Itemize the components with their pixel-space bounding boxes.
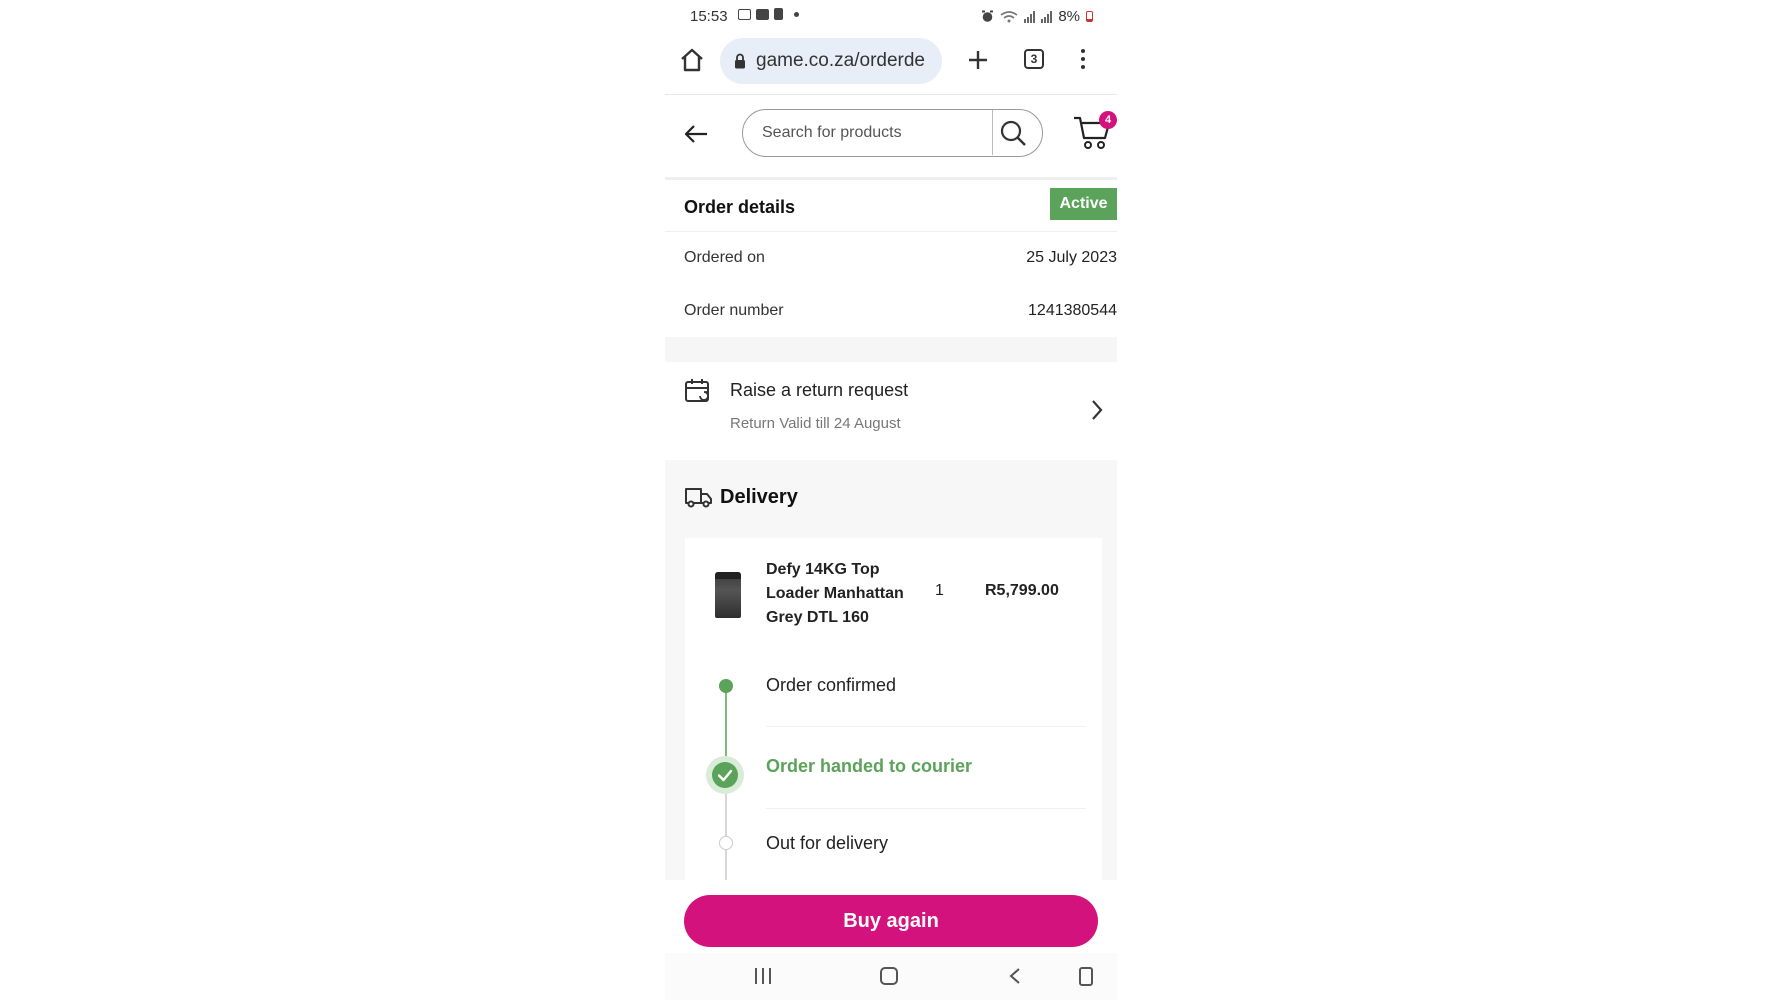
site-header: 4 xyxy=(665,95,1117,177)
timeline-dot-pending xyxy=(719,836,733,850)
section-gap xyxy=(665,337,1117,362)
ordered-on-value: 25 July 2023 xyxy=(1026,249,1117,266)
search-box xyxy=(742,109,1043,157)
nav-home-icon[interactable] xyxy=(880,967,898,985)
delivery-section: Delivery Defy 14KG Top Loader Manhattan … xyxy=(665,460,1117,893)
more-icon[interactable] xyxy=(1076,45,1090,75)
gallery-icon xyxy=(756,8,769,20)
order-number-label: Order number xyxy=(684,302,784,319)
nav-back-icon[interactable] xyxy=(1008,967,1022,985)
timeline-step-current: Order handed to courier xyxy=(766,756,973,776)
return-valid-text: Return Valid till 24 August xyxy=(730,415,901,432)
chevron-right-icon xyxy=(1092,400,1103,420)
order-details-title: Order details xyxy=(684,197,796,217)
back-arrow-icon[interactable] xyxy=(683,121,709,147)
product-name[interactable]: Defy 14KG Top Loader Manhattan Grey DTL … xyxy=(766,558,916,630)
plus-icon[interactable] xyxy=(963,45,993,75)
clipboard-icon xyxy=(774,8,783,20)
status-bar: 15:53 8% xyxy=(665,0,1117,34)
url-text: game.co.za/orderde xyxy=(756,50,925,71)
timeline-dot-done xyxy=(719,679,733,693)
notification-icons xyxy=(738,8,799,20)
search-divider xyxy=(992,110,993,155)
ordered-on-row: Ordered on 25 July 2023 xyxy=(684,249,1117,267)
delivery-card: Defy 14KG Top Loader Manhattan Grey DTL … xyxy=(685,538,1102,893)
divider xyxy=(665,231,1117,232)
ordered-on-label: Ordered on xyxy=(684,249,765,266)
delivery-title: Delivery xyxy=(720,486,798,508)
battery-icon xyxy=(1086,11,1093,22)
divider xyxy=(766,726,1086,727)
signal-icon xyxy=(1041,10,1053,23)
divider xyxy=(766,808,1086,809)
cart-count-badge: 4 xyxy=(1099,111,1117,129)
address-bar[interactable]: game.co.za/orderde xyxy=(720,38,942,84)
truck-icon xyxy=(685,488,712,508)
timeline-line-progress xyxy=(725,684,727,764)
screen-icon xyxy=(738,8,751,20)
phone-screen: 15:53 8% game.co.za/orderde 3 Search for… xyxy=(665,0,1117,1000)
status-time: 15:53 xyxy=(690,8,728,25)
system-icons: 8% xyxy=(981,8,1093,25)
home-icon[interactable] xyxy=(677,45,707,75)
search-input[interactable] xyxy=(743,110,991,155)
check-icon xyxy=(717,769,733,782)
timeline-dot-current xyxy=(706,756,744,794)
product-image[interactable] xyxy=(715,572,741,618)
search-icon[interactable] xyxy=(999,119,1027,147)
timeline-step: Order confirmed xyxy=(766,675,897,695)
browser-toolbar: game.co.za/orderde 3 xyxy=(665,34,1117,94)
alarm-icon xyxy=(982,10,994,22)
buy-again-button[interactable]: Buy again xyxy=(684,895,1098,947)
timeline-step: Out for delivery xyxy=(766,833,889,853)
return-request-title: Raise a return request xyxy=(730,380,909,400)
status-badge: Active xyxy=(1050,188,1117,220)
rotate-icon[interactable] xyxy=(1079,967,1093,986)
product-price: R5,799.00 xyxy=(985,582,1059,599)
return-request-row[interactable]: Raise a return request Return Valid till… xyxy=(665,362,1117,460)
lock-icon xyxy=(735,53,745,69)
android-nav-bar xyxy=(665,953,1117,1000)
wifi-icon xyxy=(1000,11,1018,23)
order-details-card: Order details Active Ordered on 25 July … xyxy=(665,180,1117,337)
signal-icon xyxy=(1024,10,1036,23)
order-number-row: Order number 1241380544 xyxy=(684,302,1117,320)
product-quantity: 1 xyxy=(935,582,944,599)
tabs-icon[interactable]: 3 xyxy=(1024,49,1044,69)
dot-icon xyxy=(794,11,799,17)
return-icon xyxy=(685,379,709,402)
order-number-value: 1241380544 xyxy=(1028,302,1117,319)
battery-percent: 8% xyxy=(1058,8,1080,25)
recent-apps-icon[interactable] xyxy=(755,968,773,984)
